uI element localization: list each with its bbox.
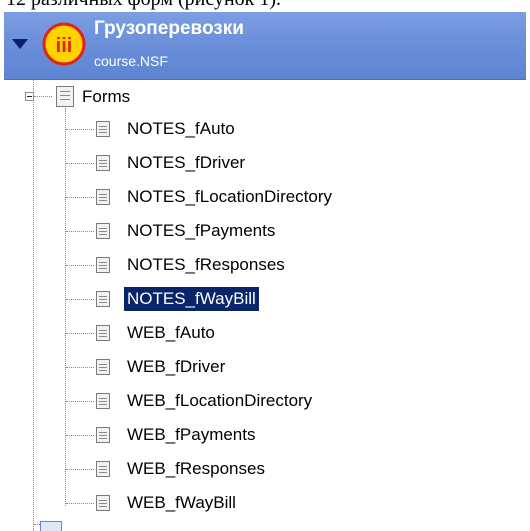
database-header[interactable]: iii Грузоперевозки course.NSF — [4, 12, 526, 80]
tree-node-forms[interactable]: Forms — [79, 85, 133, 109]
tree-guide-line — [33, 80, 34, 531]
tree-item-form[interactable]: WEB_fLocationDirectory — [124, 389, 315, 413]
form-icon — [96, 291, 110, 307]
next-section-icon — [40, 521, 62, 531]
tree-connector — [66, 333, 94, 334]
tree-item-form[interactable]: NOTES_fLocationDirectory — [124, 185, 335, 209]
tree-item-form[interactable]: WEB_fWayBill — [124, 491, 239, 515]
tree-item-form[interactable]: WEB_fPayments — [124, 423, 259, 447]
tree-connector — [66, 299, 94, 300]
tree-connector — [66, 367, 94, 368]
tree-connector — [66, 231, 94, 232]
logo-text: iii — [56, 35, 73, 57]
form-icon — [96, 257, 110, 273]
tree-connector — [66, 265, 94, 266]
collapse-arrow-icon[interactable] — [12, 39, 28, 49]
form-icon — [96, 155, 110, 171]
tree-item-form[interactable]: WEB_fResponses — [124, 457, 268, 481]
database-filename: course.NSF — [94, 53, 168, 69]
forms-folder-icon — [56, 86, 74, 107]
tree-item-form[interactable]: NOTES_fDriver — [124, 151, 248, 175]
tree-connector — [66, 129, 94, 130]
form-icon — [96, 121, 110, 137]
tree-connector — [66, 435, 94, 436]
tree-item-form[interactable]: WEB_fDriver — [124, 355, 228, 379]
tree-connector — [66, 401, 94, 402]
tree-connector — [34, 96, 52, 97]
form-icon — [96, 495, 110, 511]
collapse-toggle-icon[interactable] — [25, 92, 34, 101]
document-caption-fragment: 12 различных форм (рисунок 1). — [0, 0, 530, 12]
form-icon — [96, 461, 110, 477]
database-title: Грузоперевозки — [94, 18, 244, 39]
tree-item-form[interactable]: WEB_fAuto — [124, 321, 218, 345]
tree-item-form[interactable]: NOTES_fPayments — [124, 219, 278, 243]
form-icon — [96, 359, 110, 375]
tree-connector — [66, 197, 94, 198]
tree-connector — [66, 503, 94, 504]
tree-connector — [66, 163, 94, 164]
form-icon — [96, 427, 110, 443]
form-icon — [96, 223, 110, 239]
form-icon — [96, 325, 110, 341]
tree-item-form[interactable]: NOTES_fResponses — [124, 253, 288, 277]
tree-guide-line — [65, 108, 66, 506]
design-tree: Forms NOTES_fAuto NOTES_fDriver NOTES_fL… — [0, 80, 530, 531]
tree-item-form-selected[interactable]: NOTES_fWayBill — [124, 287, 259, 311]
database-logo-icon: iii — [42, 22, 86, 66]
tree-item-form[interactable]: NOTES_fAuto — [124, 117, 238, 141]
tree-connector — [66, 469, 94, 470]
form-icon — [96, 393, 110, 409]
form-icon — [96, 189, 110, 205]
